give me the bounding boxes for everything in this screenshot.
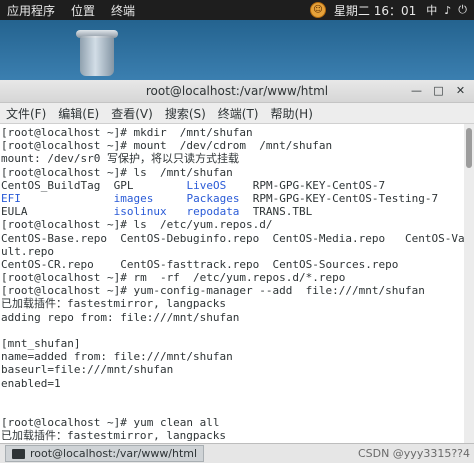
menu-terminal[interactable]: 终端(T) (212, 105, 265, 122)
desktop (0, 20, 474, 80)
watermark: CSDN @yyy3315??4 (357, 447, 470, 460)
minimize-icon[interactable]: — (409, 83, 424, 98)
menu-edit[interactable]: 编辑(E) (52, 105, 105, 122)
top-bar: 应用程序 位置 终端 ☺ 星期二 16：01 中 ♪ ⏻ (0, 0, 474, 20)
taskbar-terminal-button[interactable]: root@localhost:/var/www/html (5, 445, 205, 462)
terminal-line: EULA isolinux repodata TRANS.TBL (1, 205, 313, 219)
clock[interactable]: 星期二 16：01 (334, 2, 416, 19)
taskbar-task-label: root@localhost:/var/www/html (30, 447, 198, 460)
menu-file[interactable]: 文件(F) (0, 105, 52, 122)
terminal-line: EFI images Packages RPM-GPG-KEY-CentOS-T… (1, 191, 439, 205)
terminal-line: CentOS_BuildTag GPL LiveOS RPM-GPG-KEY-C… (1, 178, 386, 192)
terminal-line: [root@localhost ~]# yum clean all (1, 416, 220, 430)
volume-icon[interactable]: ♪ (444, 4, 451, 17)
terminal-line: [root@localhost ~]# yum-config-manager -… (1, 284, 425, 298)
taskbar: root@localhost:/var/www/html CSDN @yyy33… (0, 443, 474, 463)
terminal-line: [root@localhost ~]# rm -rf /etc/yum.repo… (1, 271, 346, 285)
terminal-line: enabled=1 (1, 376, 61, 390)
terminal-line: adding repo from: file:///mnt/shufan (1, 310, 240, 324)
scrollbar[interactable] (464, 124, 474, 443)
terminal-line: mount: /dev/sr0 写保护，将以只读方式挂载 (1, 152, 239, 166)
terminal-line: [root@localhost ~]# ls /mnt/shufan (1, 165, 233, 179)
places-menu[interactable]: 位置 (63, 2, 103, 19)
terminal-line: CentOS-Base.repo CentOS-Debuginfo.repo C… (1, 231, 464, 245)
terminal-line: [mnt_shufan] (1, 337, 81, 350)
menu-help[interactable]: 帮助(H) (265, 105, 319, 122)
user-avatar-icon[interactable]: ☺ (309, 2, 326, 18)
applications-menu[interactable]: 应用程序 (0, 2, 63, 19)
maximize-icon[interactable]: □ (431, 83, 446, 98)
terminal-line: [root@localhost ~]# mount /dev/cdrom /mn… (1, 139, 333, 153)
trash-icon[interactable] (74, 26, 120, 78)
terminal-window: root@localhost:/var/www/html — □ ✕ 文件(F)… (0, 80, 474, 443)
terminal-line: [root@localhost ~]# ls /etc/yum.repos.d/ (1, 218, 273, 232)
terminal-line: 已加载插件：fastestmirror, langpacks (1, 297, 226, 311)
terminal-line: ult.repo (1, 244, 54, 258)
close-icon[interactable]: ✕ (453, 83, 468, 98)
terminal-line: CentOS-CR.repo CentOS-fasttrack.repo Cen… (1, 257, 399, 271)
terminal-icon (12, 448, 25, 459)
window-title: root@localhost:/var/www/html (145, 84, 329, 98)
window-titlebar[interactable]: root@localhost:/var/www/html — □ ✕ (0, 80, 474, 103)
terminal-line: 已加载插件：fastestmirror, langpacks (1, 429, 226, 443)
terminal-line: [root@localhost ~]# mkdir /mnt/shufan (1, 126, 253, 139)
terminal-output[interactable]: [root@localhost ~]# mkdir /mnt/shufan [ro… (0, 124, 464, 443)
power-icon[interactable]: ⏻ (458, 3, 467, 17)
menu-search[interactable]: 搜索(S) (159, 105, 212, 122)
language-icon[interactable]: 中 (426, 2, 437, 18)
terminal-line: baseurl=file:///mnt/shufan (1, 363, 174, 377)
scrollbar-thumb[interactable] (466, 128, 472, 168)
terminal-app-menu[interactable]: 终端 (103, 2, 143, 19)
menu-view[interactable]: 查看(V) (105, 105, 159, 122)
menu-bar: 文件(F) 编辑(E) 查看(V) 搜索(S) 终端(T) 帮助(H) (0, 103, 474, 124)
terminal-line: name=added from: file:///mnt/shufan (1, 350, 233, 364)
